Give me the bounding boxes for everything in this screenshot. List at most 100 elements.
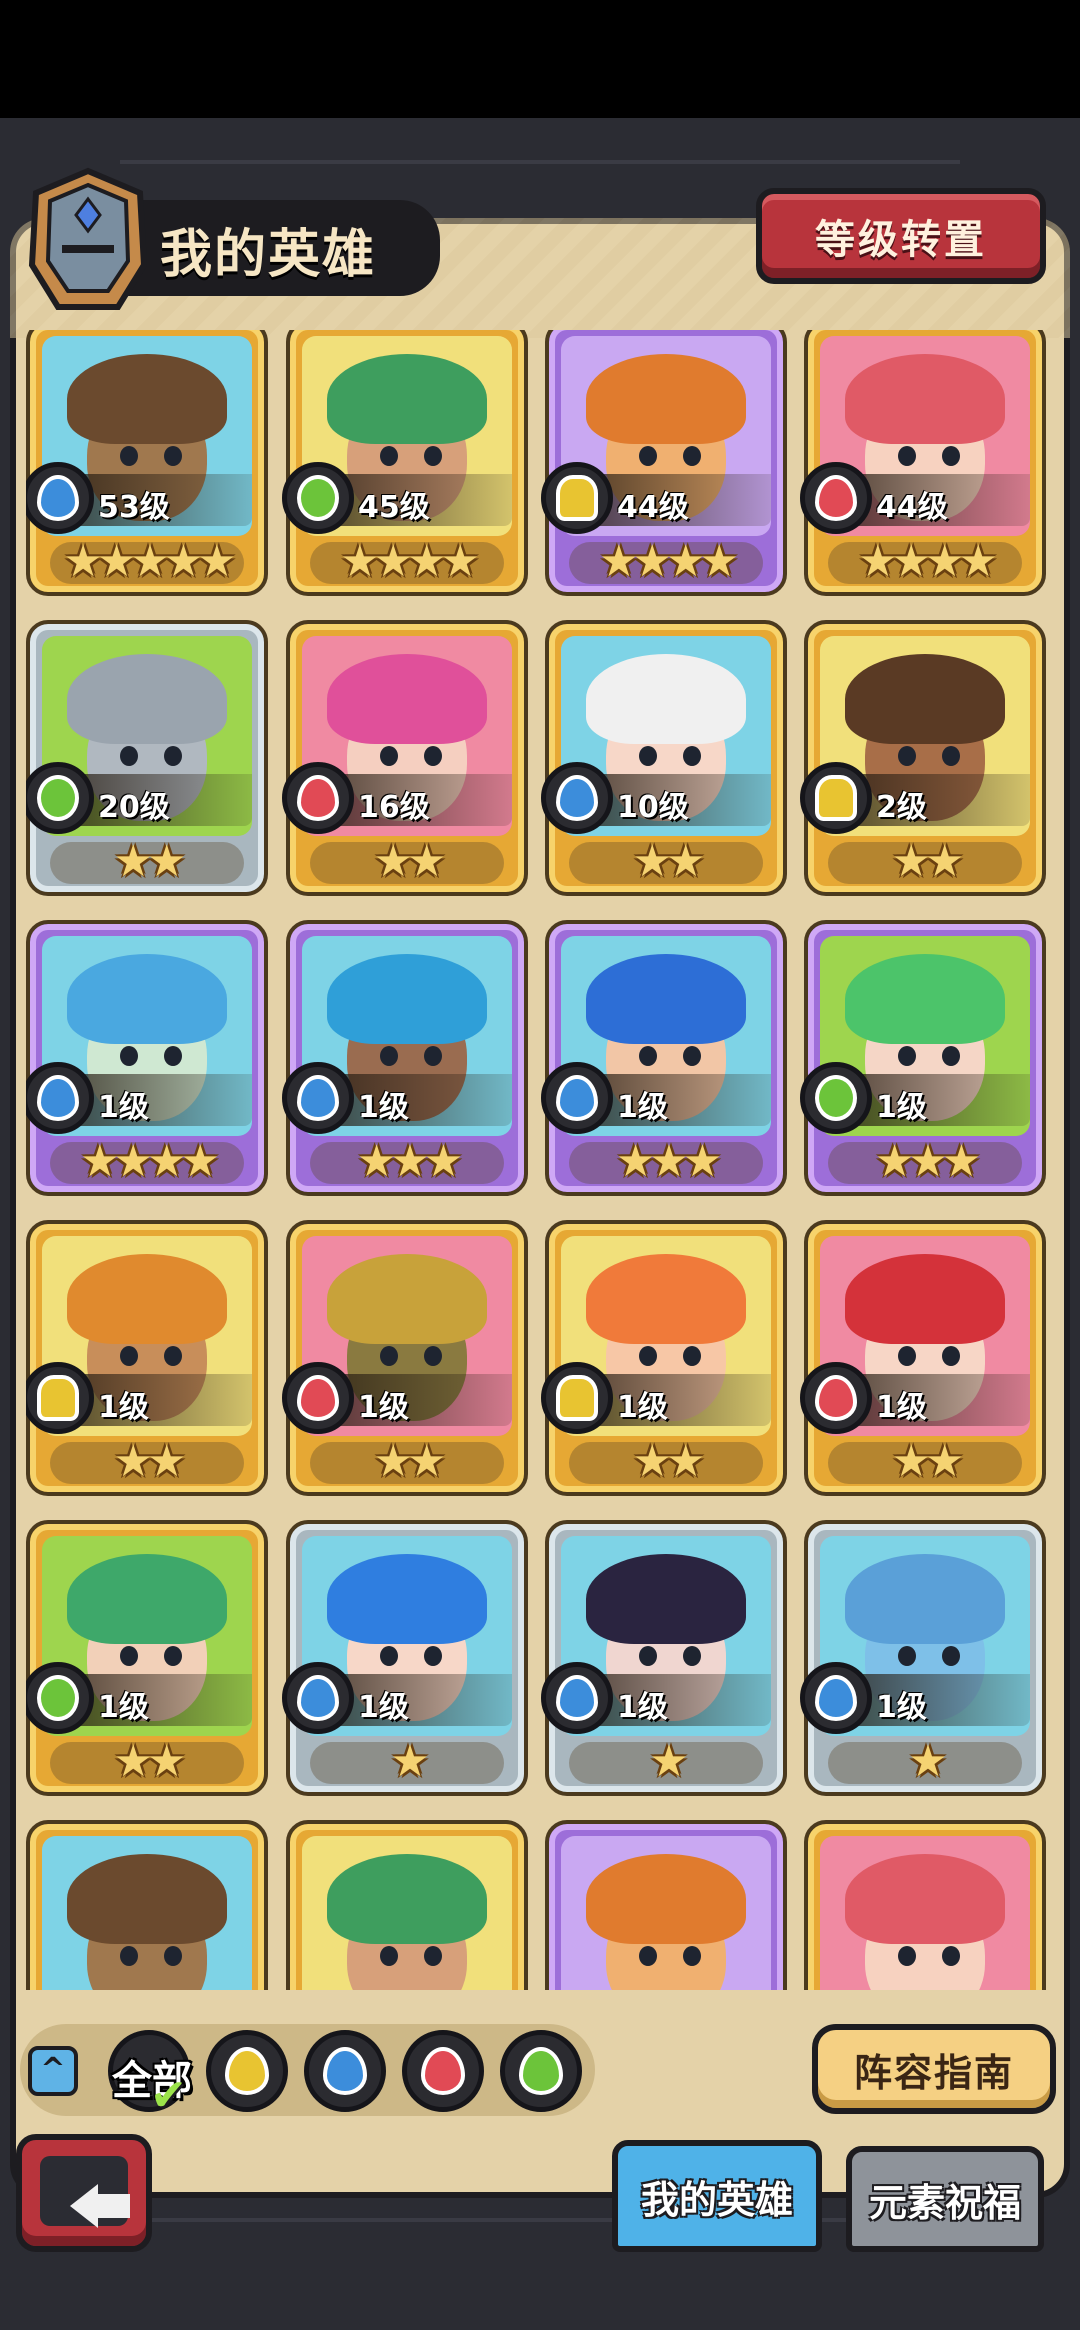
filter-fire-icon[interactable] xyxy=(402,2030,484,2112)
hero-eye xyxy=(424,1646,442,1666)
hero-card[interactable]: 1级 ★★ xyxy=(26,1220,268,1496)
hero-eye xyxy=(164,1046,182,1066)
fire-icon xyxy=(800,1362,872,1434)
hero-eye xyxy=(164,1946,182,1966)
back-button[interactable] xyxy=(16,2134,152,2252)
earth-icon xyxy=(541,1362,613,1434)
hero-card[interactable]: 44级 ★★★★ xyxy=(800,330,1046,596)
hero-level: 1级 xyxy=(876,1690,927,1725)
hero-eye xyxy=(164,1346,182,1366)
star-rating: ★★ xyxy=(373,836,447,887)
hero-card[interactable]: 10级 ★★ xyxy=(541,620,787,896)
hero-card[interactable]: 1级 ★ xyxy=(541,1520,787,1796)
star-rating: ★ xyxy=(908,1736,947,1787)
filter-wood-icon[interactable] xyxy=(500,2030,582,2112)
hero-card[interactable]: 2级 ★★ xyxy=(800,620,1046,896)
hero-eye xyxy=(424,1046,442,1066)
hero-hair xyxy=(586,1554,746,1644)
hero-eye xyxy=(683,1346,701,1366)
hero-hair xyxy=(67,354,227,444)
hero-hair xyxy=(845,1854,1005,1944)
hero-card[interactable]: 1级 ★ xyxy=(800,1520,1046,1796)
hero-card[interactable]: 1级 ★★★ xyxy=(800,920,1046,1196)
hero-card[interactable]: 1级 ★★ xyxy=(800,1220,1046,1496)
hero-eye xyxy=(942,1646,960,1666)
hero-hair xyxy=(327,954,487,1044)
star-rating: ★★★★★ xyxy=(63,536,236,587)
hero-hair xyxy=(67,1554,227,1644)
tab-element-blessing[interactable]: 元素祝福 xyxy=(846,2146,1044,2252)
hero-level: 1级 xyxy=(876,1090,927,1125)
star-rating: ★★ xyxy=(891,836,965,887)
hero-eye xyxy=(898,746,916,766)
hero-level: 1级 xyxy=(98,1090,149,1125)
water-icon xyxy=(541,1662,613,1734)
hero-hair xyxy=(845,1554,1005,1644)
star-rating: ★★ xyxy=(113,836,187,887)
hero-level: 1级 xyxy=(617,1090,668,1125)
hero-card[interactable]: 53级 ★★★★★ xyxy=(26,330,268,596)
fire-icon xyxy=(800,462,872,534)
wood-icon xyxy=(800,1062,872,1134)
hero-portrait xyxy=(42,1836,252,1990)
hero-card[interactable]: 1级 ★★★ xyxy=(282,920,528,1196)
tab-my-heroes-label: 我的英雄 xyxy=(640,2177,793,2222)
hero-hair xyxy=(67,954,227,1044)
hero-level: 1级 xyxy=(98,1390,149,1425)
hero-card[interactable]: 1级 ★★ xyxy=(541,1220,787,1496)
tab-my-heroes[interactable]: 我的英雄 xyxy=(612,2140,822,2252)
hero-hair xyxy=(327,1554,487,1644)
hero-hair xyxy=(67,1254,227,1344)
hero-card[interactable]: 1级 ★★ xyxy=(282,1220,528,1496)
hero-level: 1级 xyxy=(358,1090,409,1125)
star-rating: ★★ xyxy=(891,1436,965,1487)
hero-level: 1级 xyxy=(617,1390,668,1425)
hero-grid[interactable]: 53级 ★★★★★ 45级 ★★★★ 44级 ★★★★ 44级 ★★★★ 20级 ★★ 16级 ★★ 1… xyxy=(26,330,1056,1990)
hero-card[interactable]: 1级 ★ xyxy=(282,1520,528,1796)
hero-eye xyxy=(942,446,960,466)
hero-hair xyxy=(327,1254,487,1344)
hero-card[interactable] xyxy=(545,1820,787,1990)
hero-level: 44级 xyxy=(617,490,689,525)
hero-eye xyxy=(898,1346,916,1366)
lineup-guide-button[interactable]: 阵容指南 xyxy=(812,2024,1056,2114)
hero-card[interactable]: 20级 ★★ xyxy=(26,620,268,896)
hero-card[interactable] xyxy=(26,1820,268,1990)
hero-portrait xyxy=(561,1836,771,1990)
filter-earth-icon[interactable] xyxy=(206,2030,288,2112)
lineup-guide-label: 阵容指南 xyxy=(853,2050,1014,2095)
hero-card[interactable]: 44级 ★★★★ xyxy=(541,330,787,596)
water-icon xyxy=(541,1062,613,1134)
hero-eye xyxy=(639,1946,657,1966)
hero-eye xyxy=(164,746,182,766)
star-rating: ★★ xyxy=(632,836,706,887)
hero-card[interactable]: 1级 ★★★★ xyxy=(26,920,268,1196)
hero-hair xyxy=(67,654,227,744)
filter-water-icon[interactable] xyxy=(304,2030,386,2112)
hero-card[interactable] xyxy=(804,1820,1046,1990)
hero-eye xyxy=(424,1946,442,1966)
hero-eye xyxy=(898,1946,916,1966)
hero-eye xyxy=(120,1646,138,1666)
hero-eye xyxy=(898,446,916,466)
fire-icon xyxy=(282,762,354,834)
tab-element-blessing-label: 元素祝福 xyxy=(868,2180,1021,2225)
water-icon xyxy=(282,1662,354,1734)
hero-eye xyxy=(639,1346,657,1366)
hero-card[interactable]: 1级 ★★ xyxy=(26,1520,268,1796)
star-rating: ★★ xyxy=(373,1436,447,1487)
hero-card[interactable]: 16级 ★★ xyxy=(282,620,528,896)
hero-card[interactable] xyxy=(286,1820,528,1990)
wood-icon xyxy=(282,462,354,534)
hero-eye xyxy=(380,1646,398,1666)
hero-card[interactable]: 1级 ★★★ xyxy=(541,920,787,1196)
hero-eye xyxy=(639,1646,657,1666)
star-rating: ★★★★ xyxy=(858,536,998,587)
hero-card[interactable]: 45级 ★★★★ xyxy=(282,330,528,596)
level-transfer-button[interactable]: 等级转置 xyxy=(756,188,1046,284)
star-rating: ★★ xyxy=(113,1736,187,1787)
expand-filter-button[interactable]: ^ xyxy=(28,2046,78,2096)
hero-level: 16级 xyxy=(358,790,430,825)
hero-hair xyxy=(586,954,746,1044)
frame-ornament-bottom xyxy=(120,2218,960,2222)
